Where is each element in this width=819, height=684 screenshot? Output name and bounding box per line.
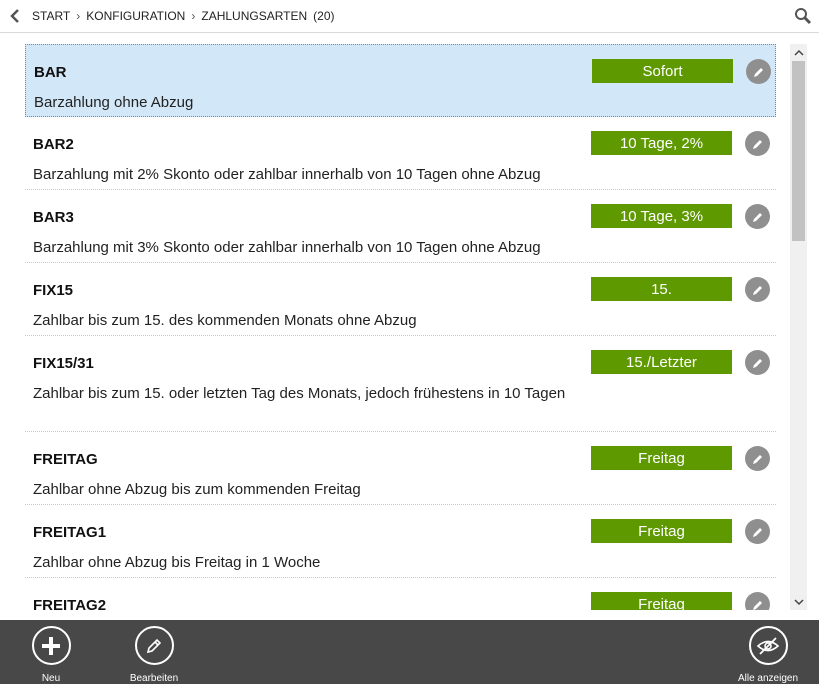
list-item[interactable]: BAR2 Barzahlung mit 2% Skonto oder zahlba…	[25, 117, 776, 190]
payment-code: FREITAG1	[33, 524, 107, 541]
eye-slash-icon	[756, 636, 780, 655]
payment-term-badge: Freitag	[591, 592, 732, 610]
vertical-scrollbar[interactable]	[790, 44, 807, 610]
eye-slash-circle	[748, 626, 788, 665]
payment-code: BAR2	[33, 136, 74, 153]
scroll-up-button[interactable]	[790, 44, 807, 61]
list-item[interactable]: FIX15/31 Zahlbar bis zum 15. oder letzten…	[25, 336, 776, 432]
row-edit-button[interactable]	[746, 59, 771, 84]
pencil-icon	[752, 527, 762, 537]
list-item[interactable]: FREITAG1 Zahlbar ohne Abzug bis Freitag i…	[25, 505, 776, 578]
search-icon	[795, 8, 812, 25]
breadcrumb-separator: ›	[191, 9, 196, 23]
payment-term-badge: 15./Letzter	[591, 350, 732, 374]
pencil-icon	[752, 285, 762, 295]
payment-term-badge: Freitag	[591, 519, 732, 543]
breadcrumb-konfiguration[interactable]: KONFIGURATION	[86, 9, 185, 23]
row-edit-button[interactable]	[745, 446, 770, 471]
plus-icon	[42, 636, 60, 655]
payment-code: FREITAG	[33, 451, 98, 468]
payment-code: FIX15/31	[33, 355, 94, 372]
list-item[interactable]: BAR3 Barzahlung mit 3% Skonto oder zahlba…	[25, 190, 776, 263]
payment-code: BAR3	[33, 209, 74, 226]
list-item[interactable]: FIX15 Zahlbar bis zum 15. des kommenden M…	[25, 263, 776, 336]
show-all-button[interactable]: Alle anzeigen	[734, 626, 802, 684]
payment-method-list: BAR Barzahlung ohne Abzug Sofort BAR2 Barzah…	[25, 44, 776, 610]
payment-description: Barzahlung ohne Abzug	[34, 94, 194, 111]
breadcrumb-separator: ›	[76, 9, 81, 23]
row-edit-button[interactable]	[745, 350, 770, 375]
chevron-up-icon	[793, 49, 804, 56]
pencil-icon	[753, 67, 763, 77]
chevron-down-icon	[793, 598, 804, 605]
pencil-icon	[752, 139, 762, 149]
pencil-icon	[752, 212, 762, 222]
edit-button-label: Bearbeiten	[129, 673, 179, 684]
pencil-circle	[134, 626, 174, 665]
payment-term-badge: 10 Tage, 2%	[591, 131, 732, 155]
payment-term-badge: 15.	[591, 277, 732, 301]
plus-circle	[31, 626, 71, 665]
list-item[interactable]: FREITAG2 Freitag	[25, 578, 776, 610]
payment-code: FREITAG2	[33, 597, 107, 610]
new-button-label: Neu	[41, 673, 61, 684]
payment-term-badge: Freitag	[591, 446, 732, 470]
scroll-down-button[interactable]	[790, 593, 807, 610]
row-edit-button[interactable]	[745, 592, 770, 610]
row-edit-button[interactable]	[745, 204, 770, 229]
footer-toolbar: Neu Bearbeiten Alle anzeigen	[0, 620, 819, 684]
breadcrumb-zahlungsarten[interactable]: ZAHLUNGSARTEN	[201, 9, 307, 23]
payment-description: Zahlbar ohne Abzug bis Freitag in 1 Woch…	[33, 554, 321, 571]
pencil-icon	[752, 358, 762, 368]
payment-description: Zahlbar bis zum 15. des kommenden Monats…	[33, 312, 417, 329]
show-all-button-label: Alle anzeigen	[737, 673, 799, 684]
list-item[interactable]: BAR Barzahlung ohne Abzug Sofort	[25, 44, 776, 117]
pencil-icon	[146, 638, 162, 653]
edit-button[interactable]: Bearbeiten	[124, 626, 184, 684]
pencil-icon	[752, 454, 762, 464]
header-bar: START › KONFIGURATION › ZAHLUNGSARTEN (2…	[0, 0, 819, 33]
chevron-left-icon	[10, 9, 19, 23]
breadcrumb-start[interactable]: START	[32, 9, 70, 23]
item-count: (20)	[313, 9, 335, 23]
payment-method-list-viewport: BAR Barzahlung ohne Abzug Sofort BAR2 Barzah…	[0, 44, 819, 610]
breadcrumb: START › KONFIGURATION › ZAHLUNGSARTEN (2…	[32, 0, 335, 32]
payment-code: FIX15	[33, 282, 74, 299]
payment-description: Zahlbar ohne Abzug bis zum kommenden Fre…	[33, 481, 361, 498]
payment-description: Barzahlung mit 3% Skonto oder zahlbar in…	[33, 239, 541, 256]
list-item[interactable]: FREITAG Zahlbar ohne Abzug bis zum kommen…	[25, 432, 776, 505]
payment-term-badge: 10 Tage, 3%	[591, 204, 732, 228]
pencil-icon	[752, 600, 762, 610]
payment-term-badge: Sofort	[592, 59, 733, 83]
payment-code: BAR	[34, 64, 67, 81]
payment-description: Zahlbar bis zum 15. oder letzten Tag des…	[33, 385, 566, 402]
new-button[interactable]: Neu	[31, 626, 71, 684]
search-button[interactable]	[793, 6, 813, 26]
row-edit-button[interactable]	[745, 131, 770, 156]
row-edit-button[interactable]	[745, 277, 770, 302]
scroll-thumb[interactable]	[792, 61, 805, 241]
back-button[interactable]	[6, 6, 24, 26]
payment-description: Barzahlung mit 2% Skonto oder zahlbar in…	[33, 166, 541, 183]
row-edit-button[interactable]	[745, 519, 770, 544]
